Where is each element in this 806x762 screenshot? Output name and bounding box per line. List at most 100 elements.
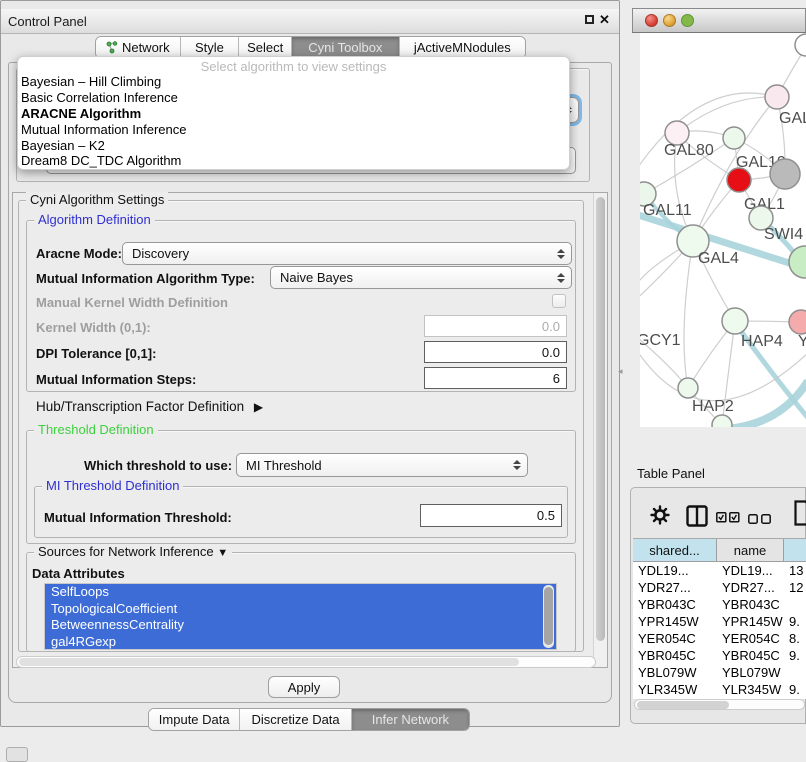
table-cell[interactable]: YPR145W [717, 613, 784, 630]
table-cell[interactable]: YBR045C [717, 647, 784, 664]
table-column-header[interactable] [784, 539, 806, 562]
data-attributes-list[interactable]: SelfLoopsTopologicalCoefficientBetweenne… [44, 583, 557, 650]
table-cell[interactable]: 8. [784, 630, 806, 647]
triangle-right-icon[interactable]: ▶ [254, 400, 263, 414]
table-cell[interactable]: YBR043C [717, 596, 784, 613]
mi-type-combo[interactable]: Naive Bayes [270, 266, 572, 289]
attribute-list-item[interactable]: BetweennessCentrality [45, 617, 556, 634]
table-cell[interactable]: 12 [784, 579, 806, 596]
network-node[interactable] [789, 310, 806, 334]
table-cell[interactable]: 9. [784, 647, 806, 664]
algorithm-option[interactable]: Mutual Information Inference [21, 122, 566, 138]
mac-minimize-button[interactable] [663, 14, 676, 27]
settings-horizontal-scrollbar[interactable] [16, 656, 596, 668]
unchecked-boxes-icon[interactable] [748, 511, 772, 529]
algorithm-dropdown: Select algorithm to view settings Bayesi… [17, 56, 570, 170]
table-cell[interactable]: YER054C [633, 630, 717, 647]
tab-select[interactable]: Select [239, 37, 292, 58]
algorithm-option[interactable]: Basic Correlation Inference [21, 90, 566, 106]
table-cell[interactable]: YDL19... [633, 562, 717, 579]
scrollbar-thumb[interactable] [544, 587, 553, 645]
list-vertical-scrollbar[interactable] [543, 585, 554, 648]
network-node[interactable] [795, 34, 806, 56]
table-column-header[interactable]: shared... [633, 539, 717, 562]
mi-steps-field[interactable]: 6 [424, 367, 567, 389]
tab-infer-network[interactable]: Infer Network [352, 709, 469, 730]
tab-jactivemnodules[interactable]: jActiveMNodules [400, 37, 525, 58]
table-cell[interactable]: YLR345W [633, 681, 717, 698]
table-cell[interactable]: YPR145W [633, 613, 717, 630]
network-edge[interactable] [677, 97, 777, 133]
mac-close-button[interactable] [645, 14, 658, 27]
tab-impute-data[interactable]: Impute Data [149, 709, 240, 730]
table-cell[interactable] [784, 664, 806, 681]
attribute-list-item[interactable]: TopologicalCoefficient [45, 601, 556, 618]
which-threshold-label: Which threshold to use: [84, 458, 232, 473]
network-node[interactable] [722, 308, 748, 334]
which-threshold-combo[interactable]: MI Threshold [236, 453, 528, 477]
table-cell[interactable]: YDR27... [717, 579, 784, 596]
network-node[interactable] [678, 378, 698, 398]
table-cell[interactable] [784, 596, 806, 613]
dpi-tolerance-field[interactable]: 0.0 [424, 341, 567, 363]
network-edge[interactable] [684, 241, 693, 388]
panel-splitter-arrow-icon[interactable]: ◂ [618, 366, 623, 377]
network-node-label: HAP4 [741, 333, 783, 350]
table-cell[interactable]: YBR043C [633, 596, 717, 613]
network-node[interactable] [770, 159, 800, 189]
network-node[interactable] [727, 168, 751, 192]
network-canvas[interactable]: GALGAL80GAL10GAL1GAL11SWI4GAL4GCY1HAP4YH… [640, 33, 806, 427]
checked-boxes-icon[interactable] [716, 510, 740, 528]
split-columns-icon[interactable] [686, 505, 708, 532]
hub-definition-expander[interactable]: Hub/Transcription Factor Definition ▶ [36, 399, 263, 414]
kernel-width-field[interactable]: 0.0 [424, 315, 567, 337]
minimized-panel-chip[interactable] [6, 747, 28, 762]
table-cell[interactable]: YDR27... [633, 579, 717, 596]
table-cell[interactable]: YBR045C [633, 647, 717, 664]
scrollbar-thumb[interactable] [637, 701, 729, 709]
network-window-titlebar[interactable] [632, 8, 806, 33]
attribute-list-item[interactable]: SelfLoops [45, 584, 556, 601]
close-icon[interactable]: ✕ [599, 12, 610, 28]
network-node[interactable] [712, 415, 732, 427]
table-cell[interactable]: 13 [784, 562, 806, 579]
network-node-label: SWI4 [764, 226, 803, 243]
table-cell[interactable]: YDL19... [717, 562, 784, 579]
table-cell[interactable]: YBL079W [633, 664, 717, 681]
float-window-icon[interactable] [585, 15, 594, 24]
document-icon[interactable] [794, 500, 806, 531]
mac-zoom-button[interactable] [681, 14, 694, 27]
settings-vertical-scrollbar[interactable] [593, 193, 607, 667]
attribute-list-item[interactable]: gal4RGexp [45, 634, 556, 650]
scrollbar-thumb[interactable] [596, 197, 605, 641]
network-edge[interactable] [640, 343, 806, 401]
dpi-tolerance-label: DPI Tolerance [0,1]: [36, 346, 156, 361]
data-attributes-label: Data Attributes [32, 566, 125, 581]
gear-icon[interactable] [650, 505, 670, 530]
network-node[interactable] [765, 85, 789, 109]
table-cell[interactable]: YER054C [717, 630, 784, 647]
algorithm-option[interactable]: Bayesian – Hill Climbing [21, 74, 566, 90]
table-cell[interactable]: YBL079W [717, 664, 784, 681]
network-edge[interactable] [725, 381, 806, 427]
algorithm-option[interactable]: ARACNE Algorithm [21, 106, 566, 122]
table-horizontal-scrollbar[interactable] [634, 699, 805, 710]
tab-discretize-data[interactable]: Discretize Data [240, 709, 351, 730]
table-cell[interactable]: 9. [784, 681, 806, 698]
algorithm-option[interactable]: Bayesian – K2 [21, 138, 566, 154]
tab-cyni-toolbox[interactable]: Cyni Toolbox [292, 37, 400, 58]
table-cell[interactable]: 9. [784, 613, 806, 630]
mi-threshold-field[interactable]: 0.5 [420, 504, 562, 527]
table-column-header[interactable]: name [717, 539, 784, 562]
tab-network[interactable]: Network [96, 37, 181, 58]
network-node[interactable] [723, 127, 745, 149]
tab-style[interactable]: Style [181, 37, 240, 58]
apply-button[interactable]: Apply [268, 676, 340, 698]
aracne-mode-combo[interactable]: Discovery [122, 242, 572, 265]
table-cell[interactable]: YLR345W [717, 681, 784, 698]
triangle-down-icon[interactable]: ▼ [217, 547, 228, 559]
control-panel-titlebar[interactable] [1, 9, 619, 34]
scrollbar-thumb[interactable] [19, 658, 519, 666]
manual-kernel-checkbox[interactable] [552, 294, 566, 308]
algorithm-option[interactable]: Dream8 DC_TDC Algorithm [21, 153, 566, 169]
